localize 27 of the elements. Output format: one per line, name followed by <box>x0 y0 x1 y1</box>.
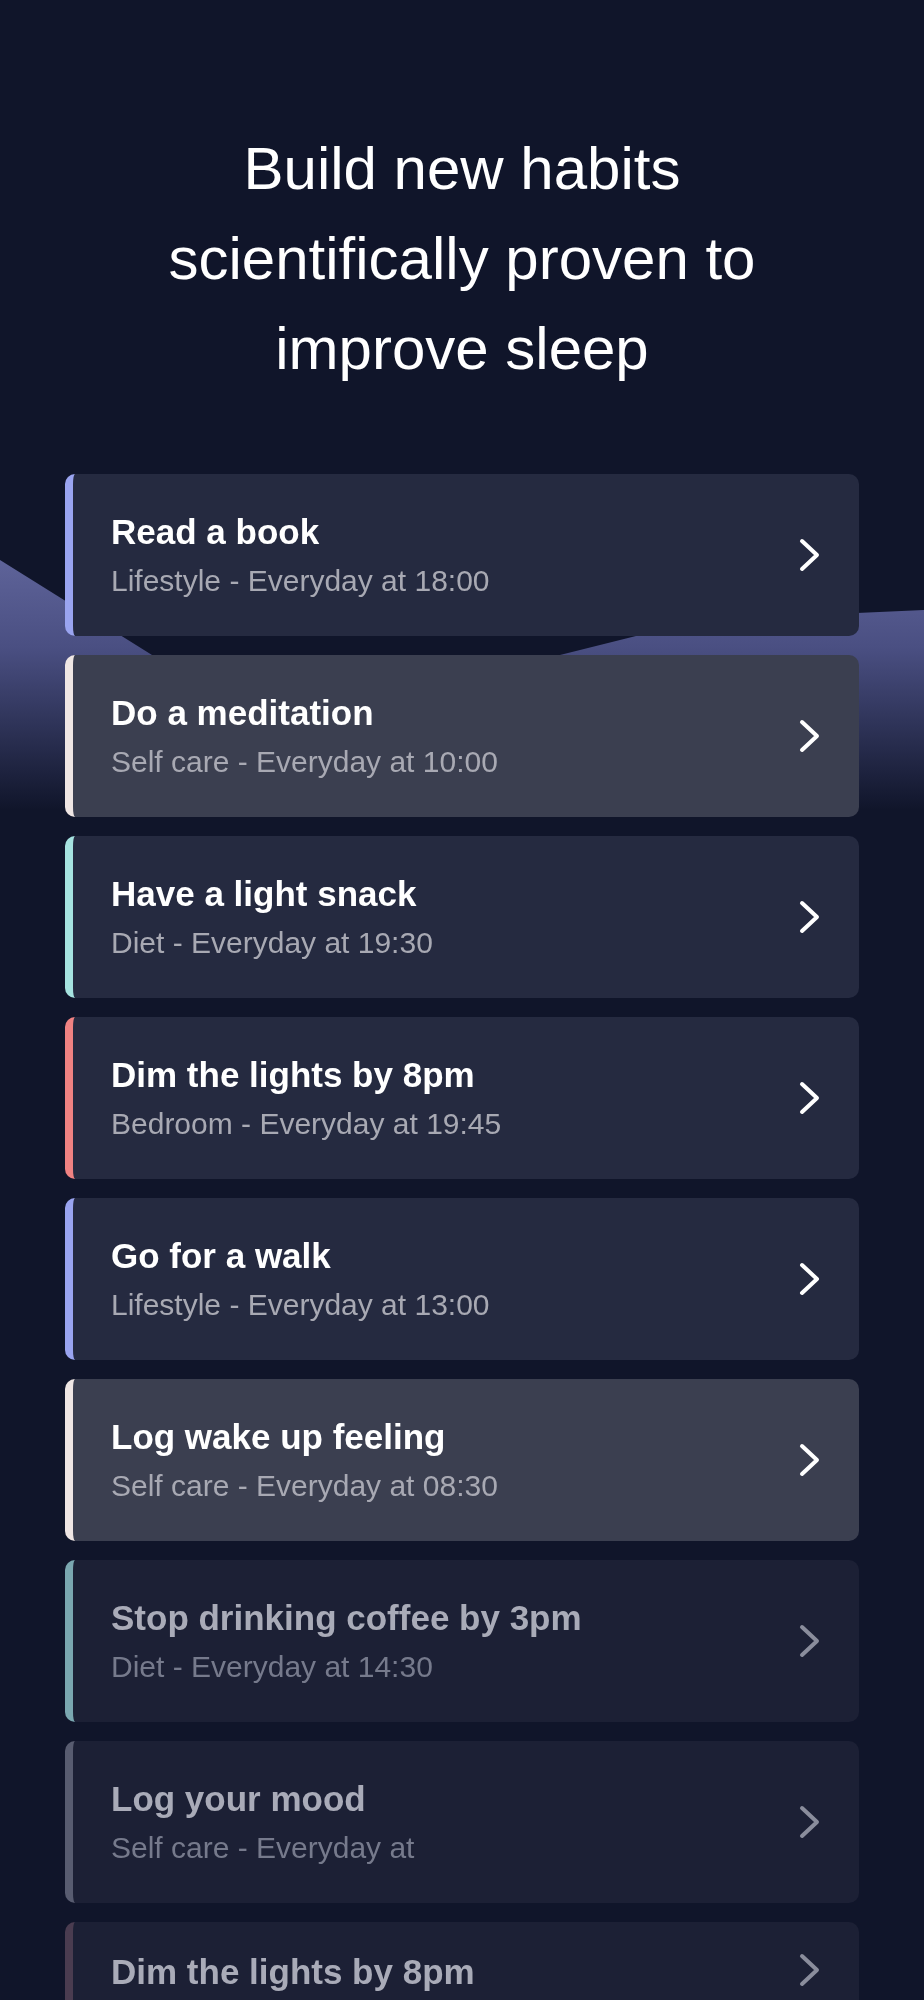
habit-title: Dim the lights by 8pm <box>111 1952 476 1992</box>
habit-item[interactable]: Log your mood Self care - Everyday at <box>65 1741 859 1903</box>
habit-item[interactable]: Have a light snack Diet - Everyday at 19:30 <box>65 836 859 998</box>
habit-title: Have a light snack <box>111 874 418 914</box>
habit-title: Go for a walk <box>111 1236 332 1276</box>
habit-item[interactable]: Log wake up feeling Self care - Everyday at 08:30 <box>65 1379 859 1541</box>
habit-title: Read a book <box>111 512 321 552</box>
habit-item[interactable]: Dim the lights by 8pm <box>65 1922 859 2000</box>
habit-subtitle: Self care - Everyday at 08:30 <box>111 1469 499 1503</box>
habit-item[interactable]: Dim the lights by 8pm Bedroom - Everyday at 19:45 <box>65 1017 859 1179</box>
habit-subtitle: Self care - Everyday at 10:00 <box>111 745 499 779</box>
heading: Build new habits scientifically proven to improve sleep <box>167 134 757 384</box>
habit-item[interactable]: Stop drinking coffee by 3pm Diet - Everyday at 14:30 <box>65 1560 859 1722</box>
habit-title: Log your mood <box>111 1779 367 1819</box>
habit-item[interactable]: Go for a walk Lifestyle - Everyday at 13:00 <box>65 1198 859 1360</box>
habit-title: Stop drinking coffee by 3pm <box>111 1598 583 1638</box>
habit-title: Do a meditation <box>111 693 375 733</box>
habit-subtitle: Lifestyle - Everyday at 18:00 <box>111 564 491 598</box>
habit-item[interactable]: Read a book Lifestyle - Everyday at 18:00 <box>65 474 859 636</box>
habit-subtitle: Self care - Everyday at <box>111 1831 416 1865</box>
habit-item[interactable]: Do a meditation Self care - Everyday at 10:00 <box>65 655 859 817</box>
habit-title: Dim the lights by 8pm <box>111 1055 476 1095</box>
habit-subtitle: Diet - Everyday at 14:30 <box>111 1650 434 1684</box>
habit-subtitle: Lifestyle - Everyday at 13:00 <box>111 1288 491 1322</box>
habit-subtitle: Bedroom - Everyday at 19:45 <box>111 1107 503 1141</box>
habit-subtitle: Diet - Everyday at 19:30 <box>111 926 434 960</box>
habit-title: Log wake up feeling <box>111 1417 447 1457</box>
